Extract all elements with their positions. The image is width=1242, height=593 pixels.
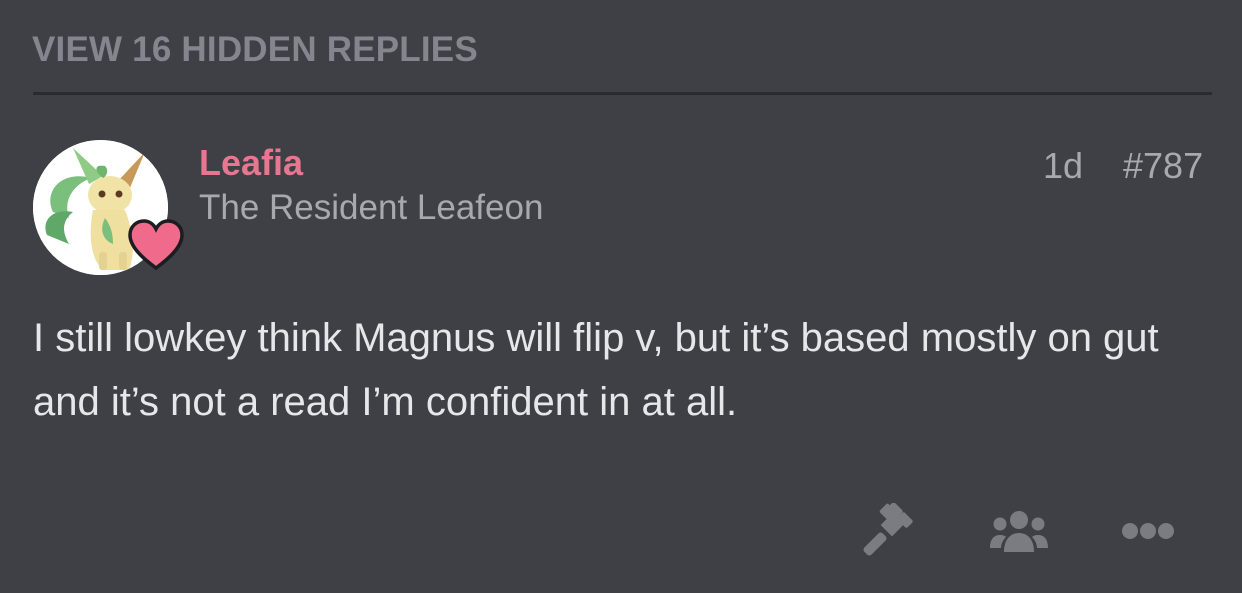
post-age[interactable]: 1d — [1043, 145, 1083, 187]
divider — [33, 92, 1212, 95]
heart-icon — [128, 219, 184, 271]
gavel-icon[interactable] — [858, 503, 914, 559]
post-body: I still lowkey think Magnus will flip v,… — [33, 316, 1159, 424]
more-icon[interactable] — [1121, 520, 1175, 542]
author-name[interactable]: Leafia — [199, 142, 303, 184]
author-title: The Resident Leafeon — [199, 188, 544, 227]
post-number[interactable]: #787 — [1123, 145, 1203, 187]
view-hidden-replies-link[interactable]: VIEW 16 HIDDEN REPLIES — [32, 30, 478, 70]
users-icon[interactable] — [990, 510, 1048, 552]
